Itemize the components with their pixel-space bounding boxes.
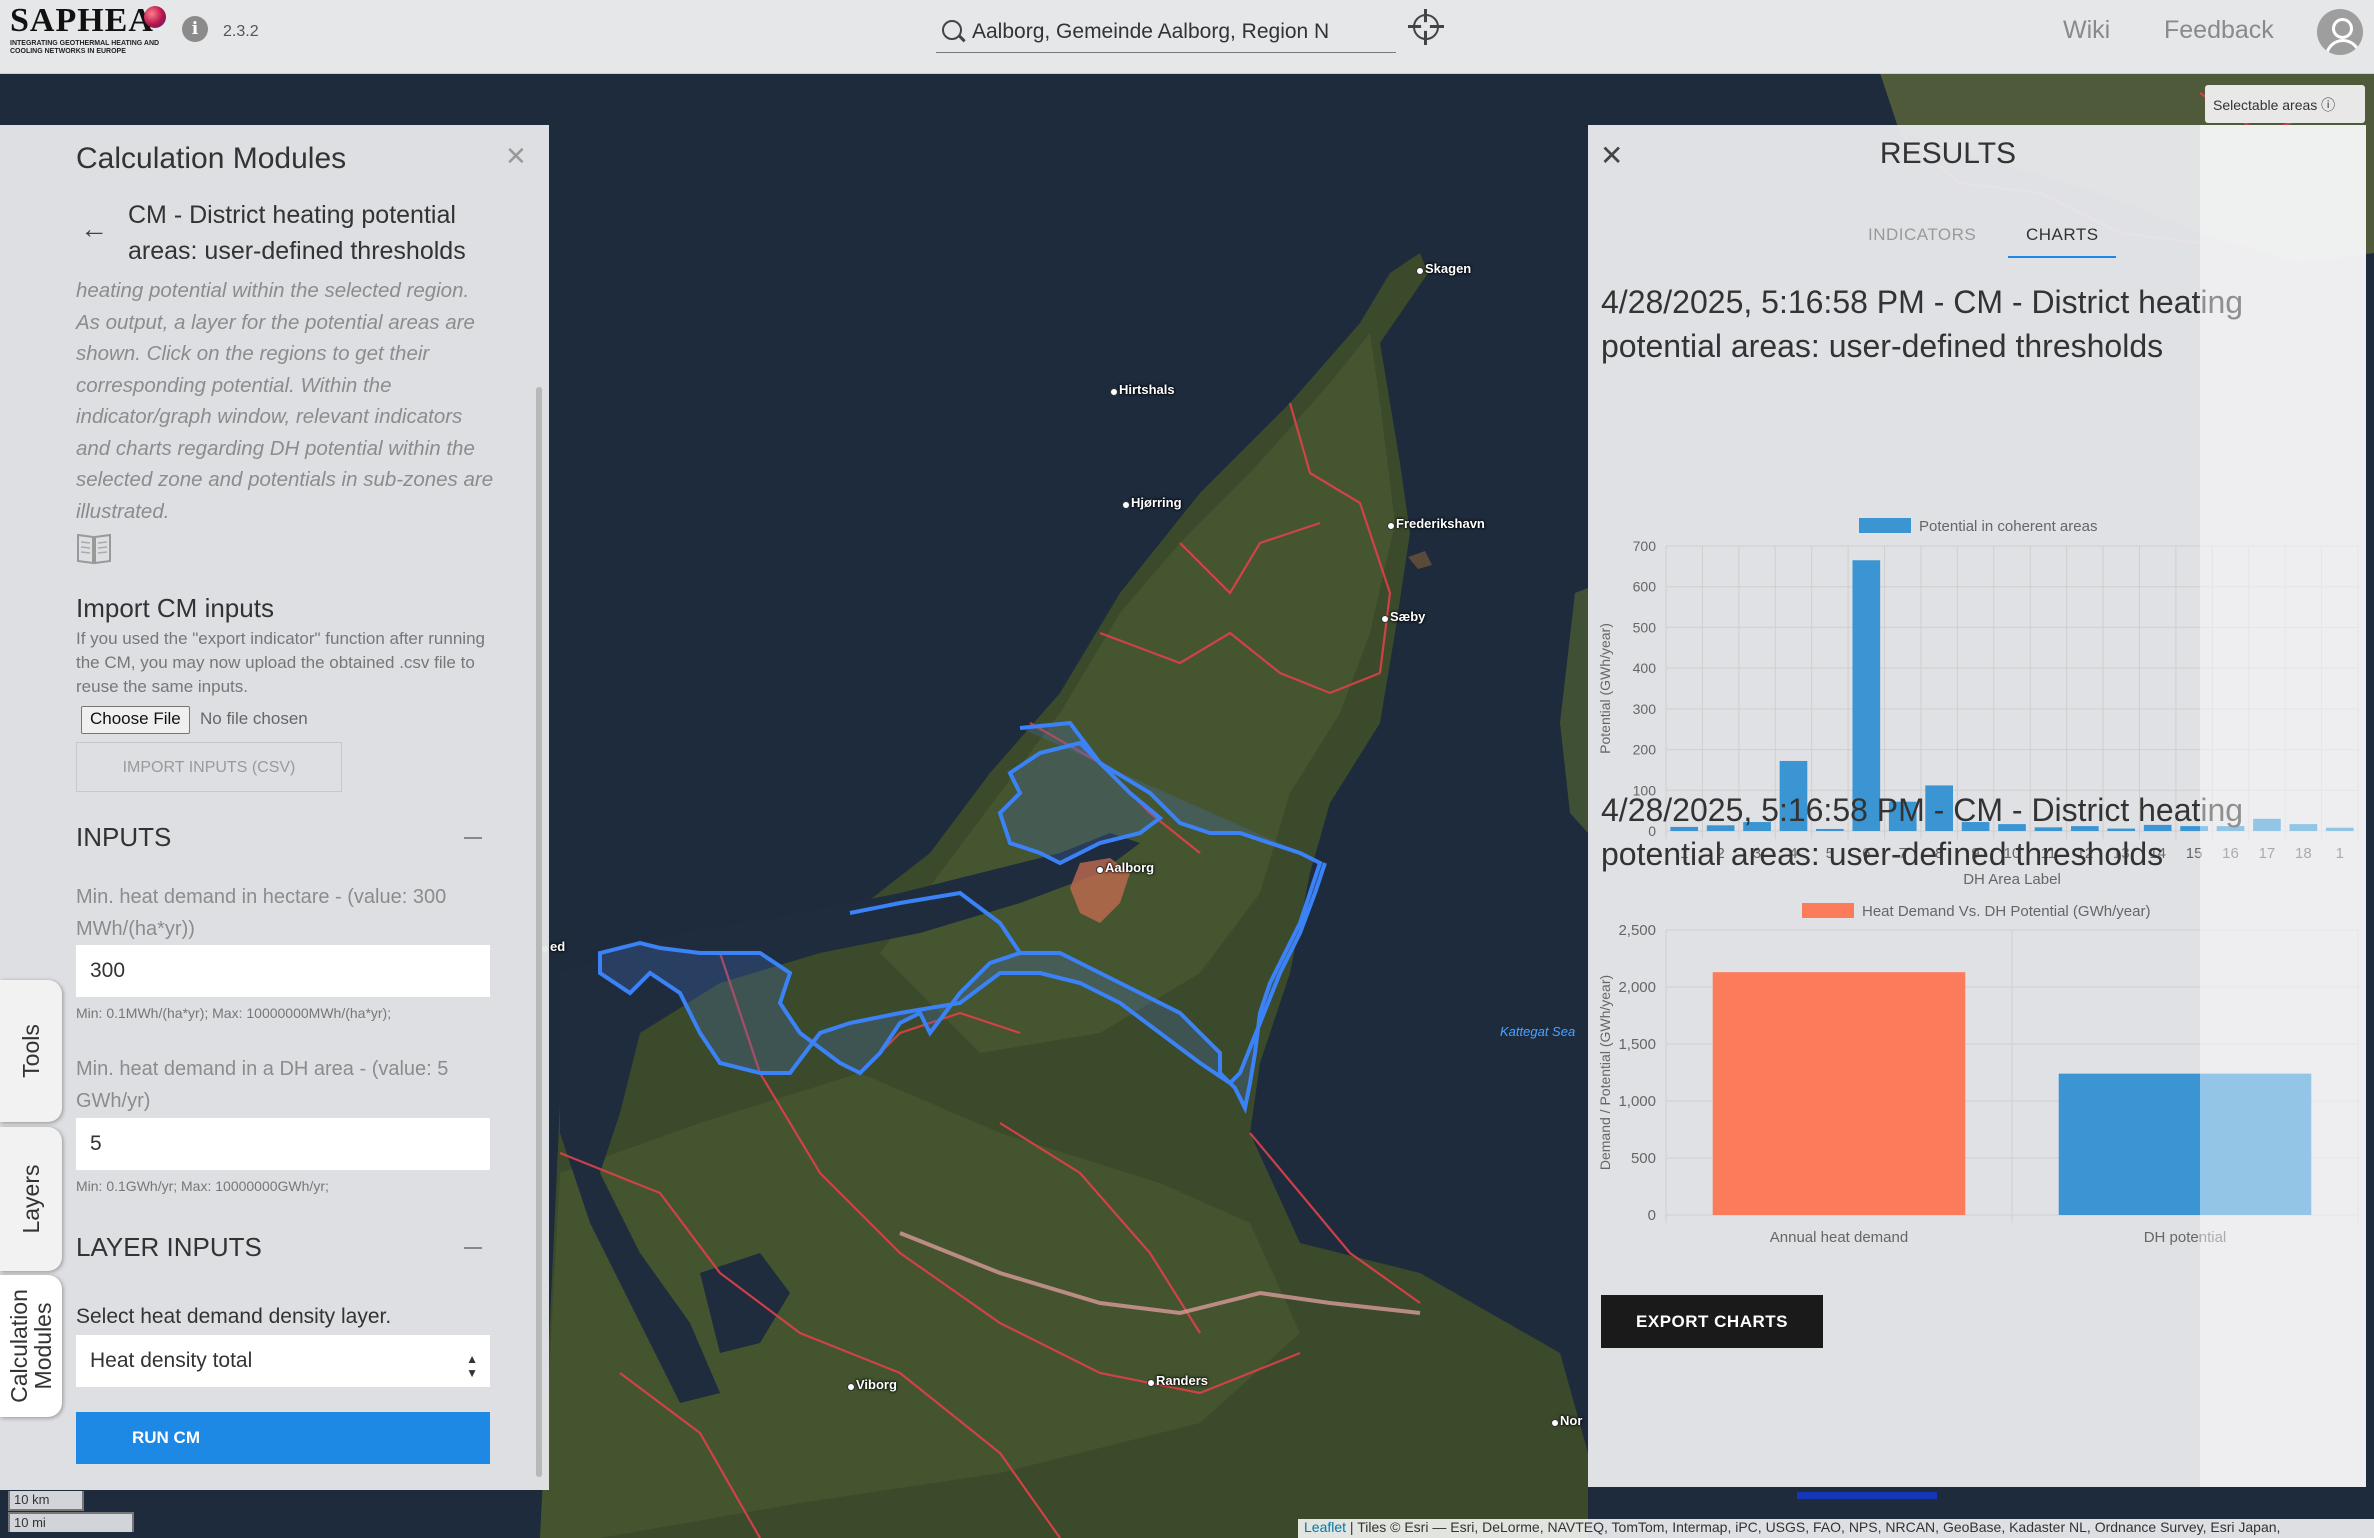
select-label: Select heat demand density layer. bbox=[76, 1305, 392, 1328]
field-label: Min. heat demand in hectare - (value: 30… bbox=[76, 886, 447, 940]
tab-layers-label: Layers bbox=[18, 1164, 44, 1234]
tab-tools-label: Tools bbox=[18, 1024, 44, 1078]
collapse-inputs-icon[interactable] bbox=[464, 837, 482, 839]
top-bar: SAPHEA INTEGRATING GEOTHERMAL HEATING AN… bbox=[0, 0, 2374, 74]
town-label: Skagen bbox=[1415, 261, 1472, 276]
user-avatar-icon[interactable] bbox=[2317, 9, 2363, 55]
legend-swatch bbox=[1859, 518, 1911, 533]
min-heat-demand-dh-area-input[interactable] bbox=[76, 1118, 490, 1170]
back-arrow-icon[interactable]: ← bbox=[80, 213, 108, 245]
book-icon[interactable] bbox=[76, 531, 112, 565]
map-overlay-bar bbox=[1797, 1492, 1937, 1499]
collapse-layer-inputs-icon[interactable] bbox=[464, 1247, 482, 1249]
logo-subtitle: INTEGRATING GEOTHERMAL HEATING AND COOLI… bbox=[10, 40, 160, 55]
choose-file-button[interactable]: Choose File bbox=[81, 706, 190, 734]
tab-layers[interactable]: Layers bbox=[0, 1127, 62, 1271]
scale-mi: 10 mi bbox=[8, 1512, 134, 1532]
leaflet-link[interactable]: Leaflet bbox=[1304, 1519, 1346, 1535]
locate-crosshair-icon[interactable] bbox=[1408, 9, 1444, 45]
import-help-text: If you used the "export indicator" funct… bbox=[76, 629, 485, 696]
town-label: Sæby bbox=[1380, 609, 1426, 624]
y-tick-label: 600 bbox=[1633, 579, 1657, 595]
file-status: No file chosen bbox=[200, 709, 308, 728]
app-version: 2.3.2 bbox=[223, 23, 259, 40]
field-hint: Min: 0.1MWh/(ha*yr); Max: 10000000MWh/(h… bbox=[76, 1005, 392, 1021]
y-tick-label: 500 bbox=[1633, 619, 1657, 635]
import-inputs-button[interactable]: IMPORT INPUTS (CSV) bbox=[76, 742, 342, 792]
chart-heading: 4/28/2025, 5:16:58 PM - CM - District he… bbox=[1601, 792, 2244, 872]
y-tick-label: 1,000 bbox=[1618, 1093, 1656, 1110]
attribution-text: | Tiles © Esri — Esri, DeLorme, NAVTEQ, … bbox=[1346, 1519, 2281, 1535]
legend-swatch bbox=[1802, 903, 1854, 918]
app-logo[interactable]: SAPHEA bbox=[10, 2, 154, 40]
y-tick-label: 700 bbox=[1633, 538, 1657, 554]
tab-tools[interactable]: Tools bbox=[0, 980, 62, 1122]
min-heat-demand-hectare-input[interactable] bbox=[76, 945, 490, 997]
close-icon[interactable]: ✕ bbox=[505, 141, 527, 172]
y-axis-label: Demand / Potential (GWh/year) bbox=[1597, 975, 1613, 1170]
field-label: Min. heat demand in a DH area - (value: … bbox=[76, 1058, 449, 1112]
info-icon[interactable]: i bbox=[182, 16, 208, 42]
legend-label: Potential in coherent areas bbox=[1919, 518, 2097, 535]
run-cm-button[interactable]: RUN CM bbox=[76, 1412, 490, 1464]
town-label: Randers bbox=[1146, 1373, 1209, 1388]
heat-density-layer-select[interactable]: Heat density total ▲ ▼ bbox=[76, 1335, 490, 1387]
tab-cm-label: Calculation Modules bbox=[6, 1289, 56, 1403]
location-search bbox=[936, 12, 1396, 53]
scale-km: 10 km bbox=[8, 1491, 84, 1511]
town-label: Aalborg bbox=[1095, 860, 1155, 875]
town-label: Viborg bbox=[847, 1377, 897, 1392]
legend-label: Heat Demand Vs. DH Potential (GWh/year) bbox=[1862, 903, 2150, 920]
y-axis-label: Potential (GWh/year) bbox=[1597, 623, 1613, 754]
tab-calculation-modules[interactable]: Calculation Modules bbox=[0, 1275, 62, 1417]
chart-heading: 4/28/2025, 5:16:58 PM - CM - District he… bbox=[1601, 284, 2244, 364]
y-tick-label: 0 bbox=[1648, 1207, 1656, 1224]
field-hint: Min: 0.1GWh/yr; Max: 10000000GWh/yr; bbox=[76, 1178, 329, 1194]
sea-label: Kattegat Sea bbox=[1500, 1024, 1576, 1039]
y-tick-label: 2,500 bbox=[1618, 922, 1656, 939]
town-label: Hjørring bbox=[1122, 495, 1182, 510]
selectable-areas-toggle[interactable]: Selectable areas ⓘ bbox=[2205, 85, 2365, 123]
y-tick-label: 400 bbox=[1633, 660, 1657, 676]
import-heading: Import CM inputs bbox=[76, 593, 274, 623]
town-label: Nor bbox=[1550, 1413, 1583, 1428]
search-input[interactable] bbox=[970, 16, 1394, 48]
y-tick-label: 1,500 bbox=[1618, 1036, 1656, 1053]
logo-globe-icon bbox=[144, 6, 166, 28]
calculation-modules-panel: Calculation Modules ✕ ← CM - District he… bbox=[0, 125, 549, 1490]
export-charts-button[interactable]: EXPORT CHARTS bbox=[1601, 1295, 1823, 1348]
cm-name: CM - District heating potential areas: u… bbox=[128, 201, 466, 265]
tab-charts[interactable]: CHARTS bbox=[2026, 225, 2099, 245]
select-value: Heat density total bbox=[90, 1349, 253, 1372]
town-label: Frederikshavn bbox=[1387, 516, 1485, 531]
tab-indicators[interactable]: INDICATORS bbox=[1868, 225, 1976, 245]
y-tick-label: 2,000 bbox=[1618, 979, 1656, 996]
town-label: Hirtshals bbox=[1110, 382, 1175, 397]
y-tick-label: 300 bbox=[1633, 701, 1657, 717]
map-attribution: Leaflet | Tiles © Esri — Esri, DeLorme, … bbox=[1298, 1519, 2374, 1538]
wiki-link[interactable]: Wiki bbox=[2063, 16, 2110, 45]
cm-description: heating potential within the selected re… bbox=[76, 279, 494, 523]
select-arrows-icon: ▲ ▼ bbox=[466, 1352, 478, 1380]
feedback-link[interactable]: Feedback bbox=[2164, 16, 2274, 45]
scrollbar-thumb[interactable] bbox=[536, 387, 542, 1477]
y-tick-label: 200 bbox=[1633, 742, 1657, 758]
x-tick-label: Annual heat demand bbox=[1770, 1229, 1908, 1246]
town-label: ed bbox=[540, 939, 566, 954]
map-overlay-blur bbox=[2200, 125, 2366, 1487]
search-icon[interactable] bbox=[942, 20, 962, 40]
active-tab-indicator bbox=[2008, 256, 2116, 258]
y-tick-label: 500 bbox=[1631, 1150, 1656, 1167]
inputs-heading: INPUTS bbox=[76, 822, 172, 852]
bar bbox=[1712, 972, 1966, 1215]
panel-title: Calculation Modules bbox=[76, 142, 347, 175]
layer-inputs-heading: LAYER INPUTS bbox=[76, 1232, 262, 1262]
